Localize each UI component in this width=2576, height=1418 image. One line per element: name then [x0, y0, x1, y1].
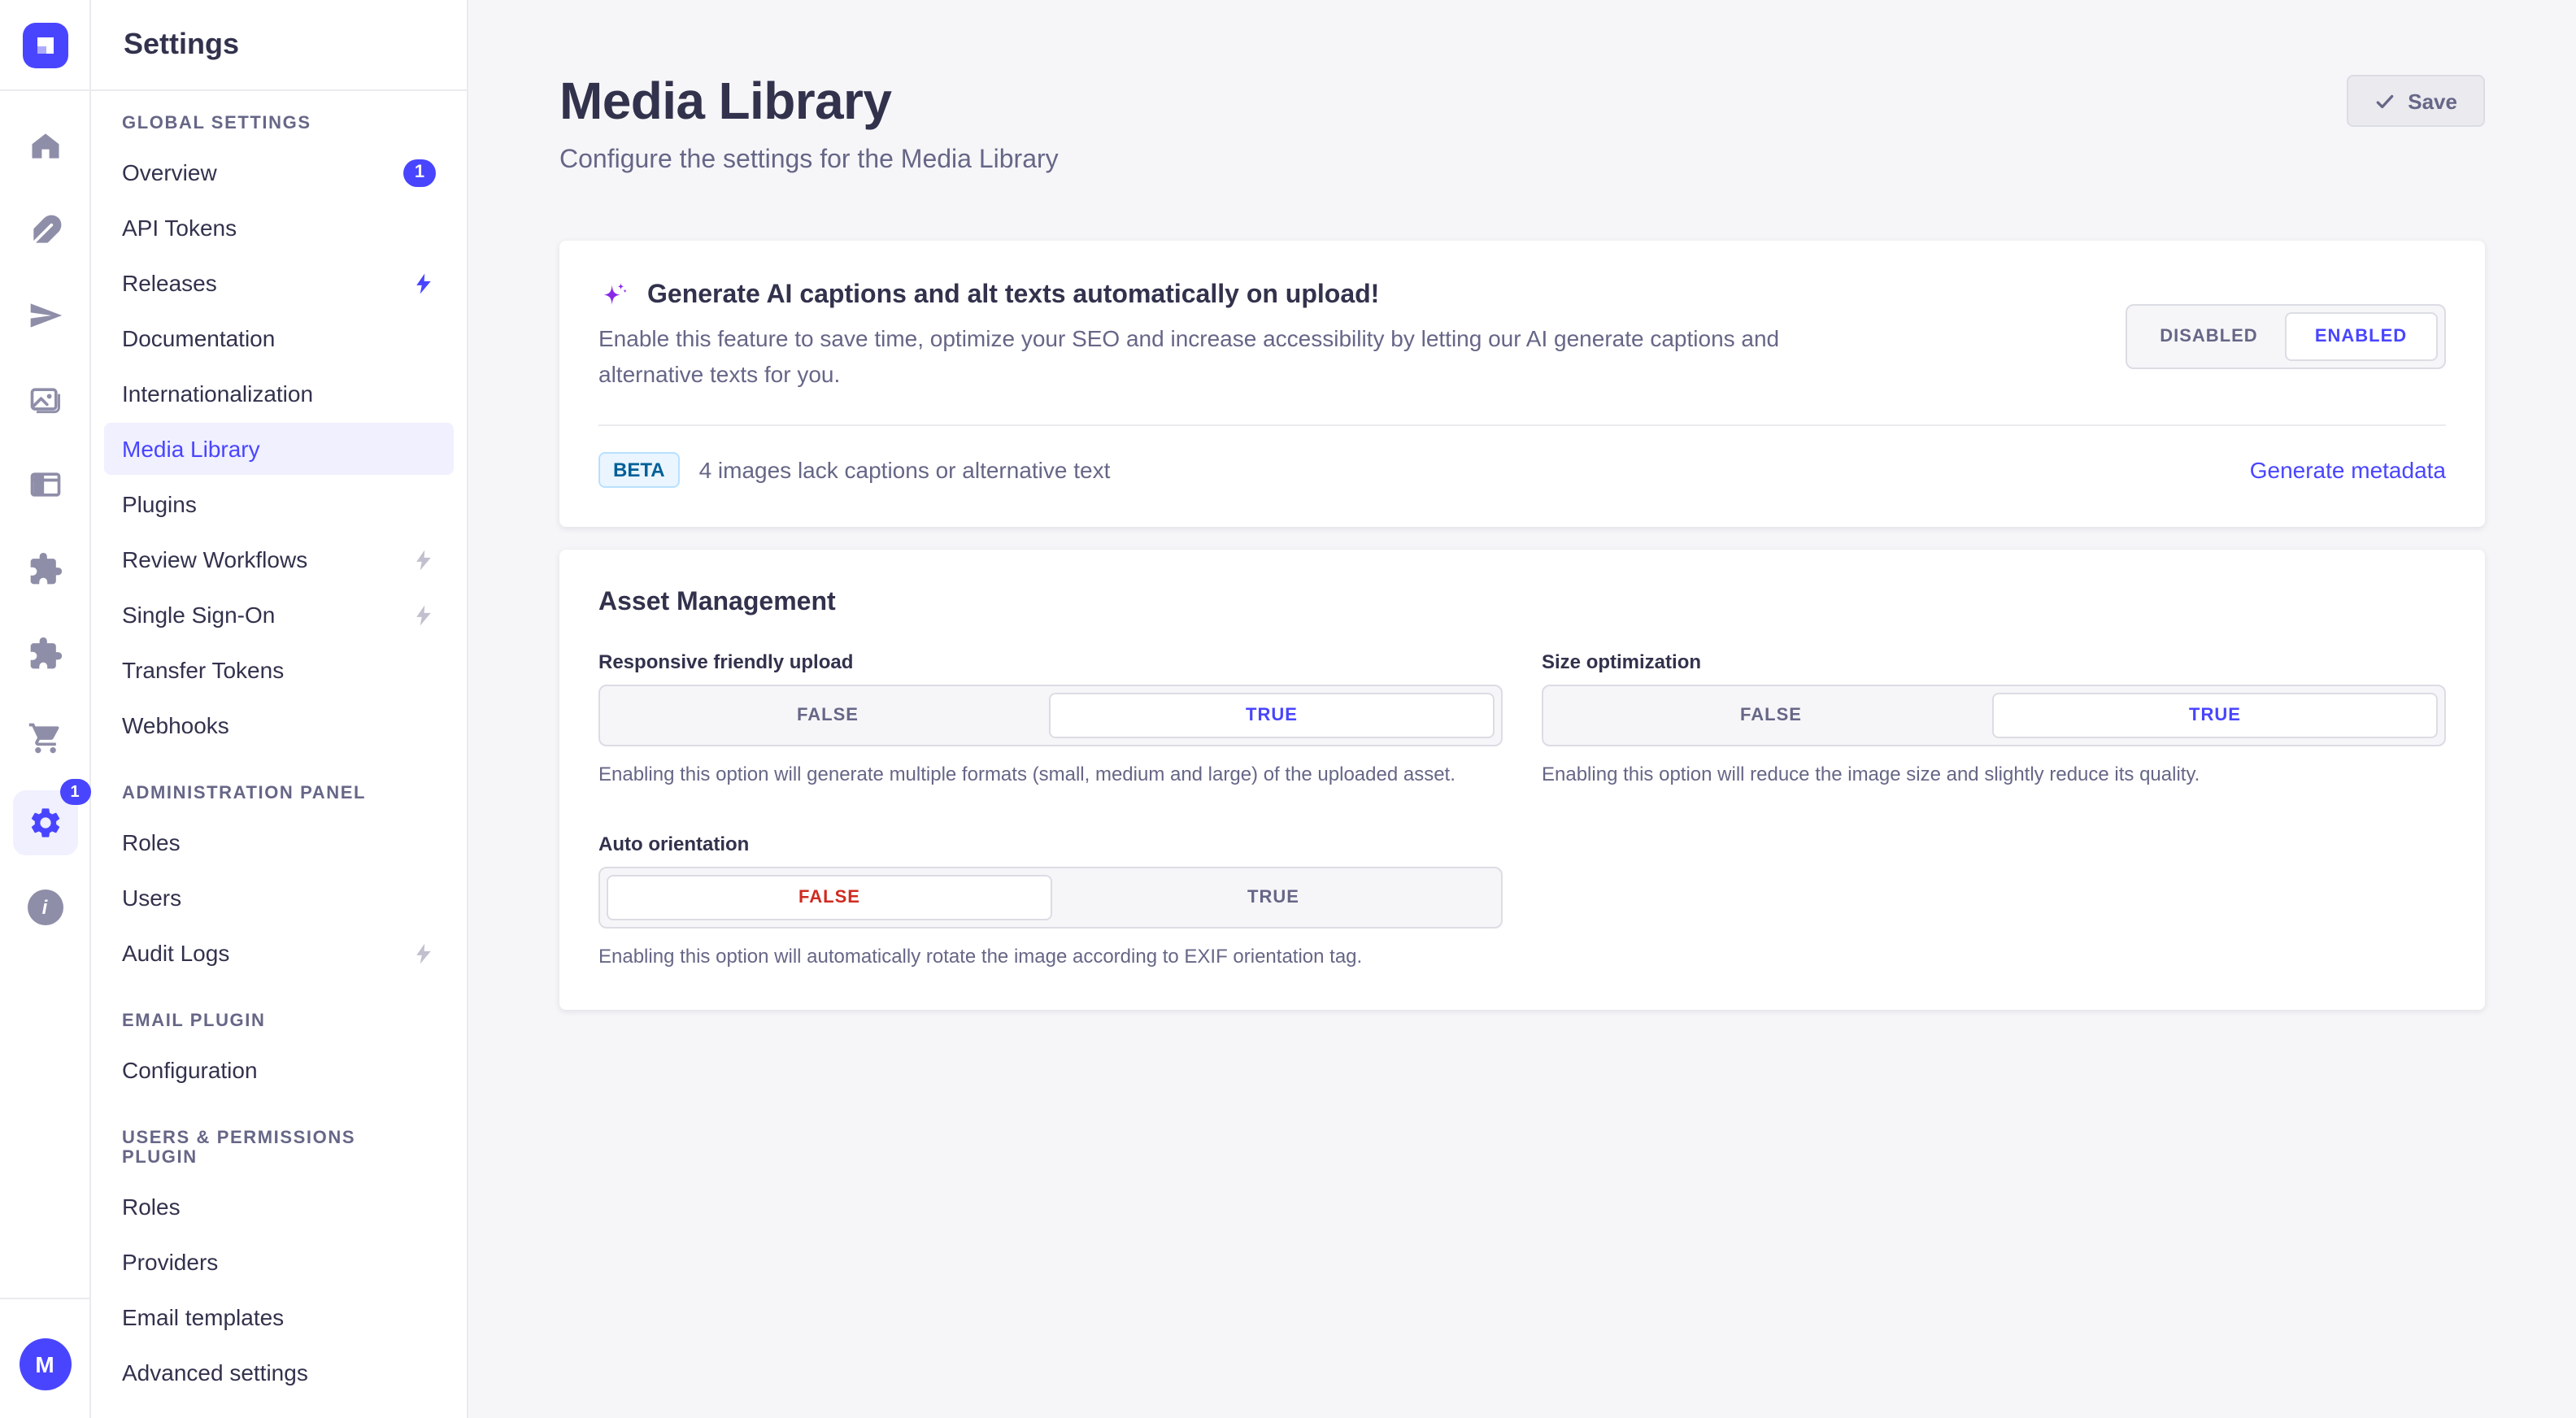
card-divider — [598, 425, 2446, 427]
lightning-icon — [411, 271, 436, 295]
sidebar-item-users[interactable]: Users — [104, 872, 454, 924]
cart-icon[interactable] — [19, 712, 71, 764]
section-label: ADMINISTRATION PANEL — [104, 784, 454, 803]
lightning-icon — [411, 941, 436, 965]
strapi-logo[interactable] — [22, 22, 67, 67]
size-optimization-toggle: FALSE TRUE — [1542, 685, 2446, 747]
sidebar-item-releases[interactable]: Releases — [104, 257, 454, 309]
section-label: EMAIL PLUGIN — [104, 1011, 454, 1031]
sidebar-item-single-sign-on[interactable]: Single Sign-On — [104, 589, 454, 641]
home-icon[interactable] — [19, 120, 71, 172]
rail-nav: 1 i — [12, 120, 77, 966]
auto-orientation-toggle: FALSE TRUE — [598, 867, 1503, 929]
sidebar-item-api-tokens[interactable]: API Tokens — [104, 202, 454, 254]
field-label: Auto orientation — [598, 833, 1503, 855]
sidebar-item-providers[interactable]: Providers — [104, 1236, 454, 1288]
sidebar-title: Settings — [124, 28, 239, 62]
asset-management-title: Asset Management — [598, 589, 2446, 619]
rail-divider — [0, 1298, 89, 1299]
info-icon[interactable]: i — [19, 881, 71, 933]
sidebar-item-webhooks[interactable]: Webhooks — [104, 699, 454, 751]
responsive-upload-toggle: FALSE TRUE — [598, 685, 1503, 747]
section-administration-panel: ADMINISTRATION PANEL Roles Users Audit L… — [104, 784, 454, 979]
overview-badge: 1 — [403, 159, 436, 186]
ai-toggle-disabled[interactable]: DISABLED — [2134, 311, 2284, 360]
images-icon[interactable] — [19, 374, 71, 426]
beta-badge: BETA — [598, 453, 680, 489]
app-window: 1 i M Settings GLOBAL SETTINGS Overview … — [0, 0, 2576, 1418]
sidebar-item-documentation[interactable]: Documentation — [104, 312, 454, 364]
save-button[interactable]: Save — [2346, 75, 2485, 127]
settings-sidebar: Settings GLOBAL SETTINGS Overview 1 API … — [91, 0, 468, 1418]
puzzle-icon-2[interactable] — [19, 628, 71, 680]
auto-orientation-false[interactable]: FALSE — [607, 875, 1052, 920]
rail-bottom: M — [0, 1298, 89, 1418]
sidebar-header: Settings — [91, 0, 467, 91]
generate-metadata-link[interactable]: Generate metadata — [2250, 458, 2446, 484]
ai-toggle-enabled[interactable]: ENABLED — [2284, 311, 2438, 360]
paper-plane-icon[interactable] — [19, 289, 71, 341]
lightning-icon — [411, 547, 436, 572]
strapi-logo-icon — [32, 32, 58, 58]
ai-enabled-toggle: DISABLED ENABLED — [2126, 303, 2446, 368]
settings-badge: 1 — [59, 779, 90, 805]
ai-banner-description: Enable this feature to save time, optimi… — [598, 322, 1802, 393]
sidebar-item-review-workflows[interactable]: Review Workflows — [104, 533, 454, 585]
ai-captions-card: Generate AI captions and alt texts autom… — [559, 241, 2485, 528]
asset-management-card: Asset Management Responsive friendly upl… — [559, 550, 2485, 1011]
missing-captions-status: 4 images lack captions or alternative te… — [699, 458, 1111, 484]
size-optimization-false[interactable]: FALSE — [1550, 694, 1992, 739]
section-label: GLOBAL SETTINGS — [104, 114, 454, 133]
layout-icon[interactable] — [19, 459, 71, 511]
sidebar-item-plugins[interactable]: Plugins — [104, 478, 454, 530]
field-hint: Enabling this option will generate multi… — [598, 762, 1503, 790]
responsive-upload-false[interactable]: FALSE — [607, 694, 1049, 739]
page-subtitle: Configure the settings for the Media Lib… — [559, 146, 1059, 176]
page-title: Media Library — [559, 72, 1059, 132]
feather-icon[interactable] — [19, 205, 71, 257]
section-label: USERS & PERMISSIONS PLUGIN — [104, 1129, 454, 1168]
field-size-optimization: Size optimization FALSE TRUE Enabling th… — [1542, 651, 2446, 790]
field-responsive-friendly-upload: Responsive friendly upload FALSE TRUE En… — [598, 651, 1503, 790]
section-users-permissions-plugin: USERS & PERMISSIONS PLUGIN Roles Provide… — [104, 1129, 454, 1398]
sidebar-item-transfer-tokens[interactable]: Transfer Tokens — [104, 644, 454, 696]
sidebar-item-advanced-settings[interactable]: Advanced settings — [104, 1346, 454, 1398]
sidebar-item-media-library[interactable]: Media Library — [104, 423, 454, 475]
field-label: Size optimization — [1542, 651, 2446, 674]
responsive-upload-true[interactable]: TRUE — [1049, 694, 1495, 739]
rail-header — [0, 0, 89, 91]
section-email-plugin: EMAIL PLUGIN Configuration — [104, 1011, 454, 1096]
sidebar-item-roles-admin[interactable]: Roles — [104, 816, 454, 868]
lightning-icon — [411, 602, 436, 627]
sidebar-item-overview[interactable]: Overview 1 — [104, 146, 454, 198]
sidebar-item-audit-logs[interactable]: Audit Logs — [104, 927, 454, 979]
page-header: Media Library Configure the settings for… — [559, 72, 2485, 176]
sidebar-item-roles-up[interactable]: Roles — [104, 1181, 454, 1233]
field-hint: Enabling this option will automatically … — [598, 943, 1503, 972]
field-hint: Enabling this option will reduce the ima… — [1542, 762, 2446, 790]
auto-orientation-true[interactable]: TRUE — [1052, 875, 1495, 920]
sidebar-nav: GLOBAL SETTINGS Overview 1 API Tokens Re… — [91, 91, 467, 1418]
check-icon — [2374, 90, 2395, 111]
avatar[interactable]: M — [19, 1338, 71, 1390]
size-optimization-true[interactable]: TRUE — [1992, 694, 2438, 739]
settings-gear-icon[interactable]: 1 — [12, 790, 77, 855]
ai-banner-title: Generate AI captions and alt texts autom… — [647, 281, 1379, 311]
field-label: Responsive friendly upload — [598, 651, 1503, 674]
section-global-settings: GLOBAL SETTINGS Overview 1 API Tokens Re… — [104, 114, 454, 751]
sidebar-item-internationalization[interactable]: Internationalization — [104, 368, 454, 420]
puzzle-icon[interactable] — [19, 543, 71, 595]
sidebar-item-configuration[interactable]: Configuration — [104, 1044, 454, 1096]
main-content: Media Library Configure the settings for… — [468, 0, 2576, 1418]
field-auto-orientation: Auto orientation FALSE TRUE Enabling thi… — [598, 833, 1503, 972]
sparkle-icon — [598, 280, 631, 312]
app-rail: 1 i M — [0, 0, 91, 1418]
sidebar-item-email-templates[interactable]: Email templates — [104, 1291, 454, 1343]
